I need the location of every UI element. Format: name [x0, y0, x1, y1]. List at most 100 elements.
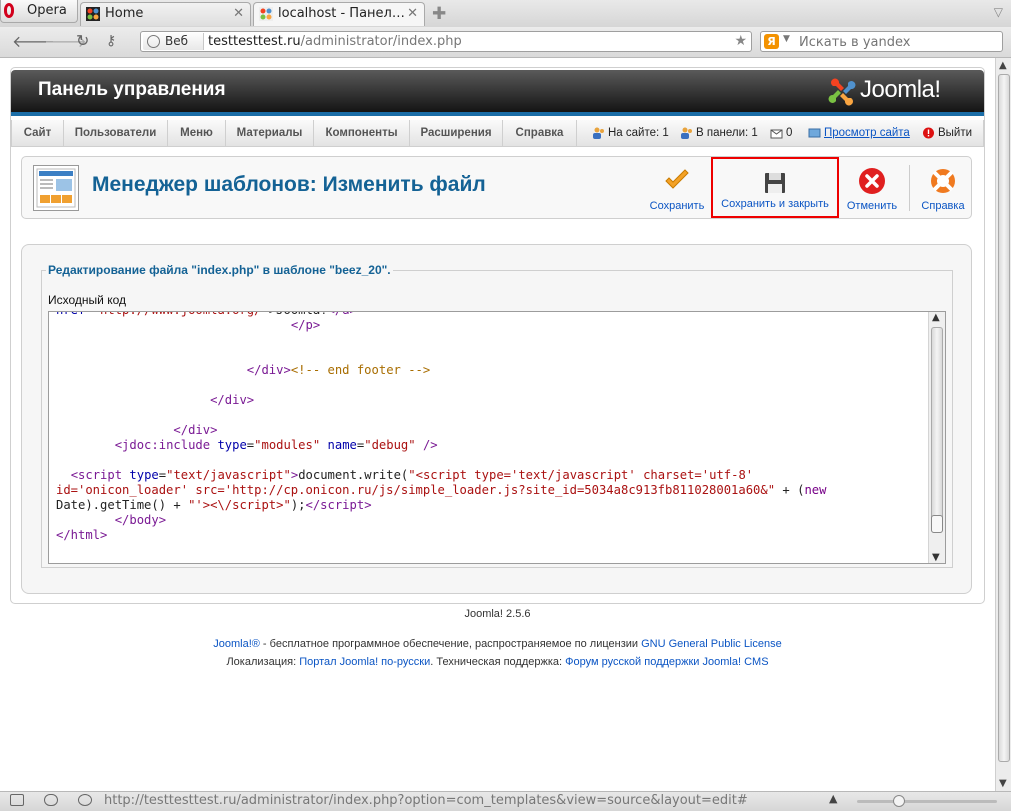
lifebuoy-help-icon [931, 169, 955, 193]
tab-close-icon[interactable]: ✕ [233, 3, 244, 25]
joomla-version: Joomla! 2.5.6 [464, 608, 531, 620]
joomla-favicon-icon [86, 7, 100, 21]
zoom-slider[interactable] [857, 795, 997, 807]
zoom-arrow-icon[interactable]: ▲ [829, 792, 837, 805]
localization-link[interactable]: Портал Joomla! по-русски [299, 656, 430, 668]
tab-close-icon[interactable]: ✕ [407, 3, 418, 25]
save-button-label: Сохранить [649, 200, 705, 212]
wand-key-icon[interactable]: ⚷ [106, 33, 116, 49]
status-messages[interactable]: 0 [770, 120, 792, 147]
address-path: /administrator/index.php [300, 34, 462, 49]
logout-link-text: Выйти [938, 127, 973, 139]
checkmark-icon [665, 169, 689, 189]
cancel-button-label: Отменить [846, 200, 898, 212]
toolbar-divider [909, 165, 910, 211]
edit-file-fieldset: Редактирование файла "index.php" в шабло… [41, 263, 953, 568]
yandex-search-engine-icon[interactable]: Я [764, 34, 779, 49]
logout-link[interactable]: Выйти [922, 120, 972, 147]
localization-line: Локализация: Портал Joomla! по-русски. Т… [0, 656, 995, 668]
tab-localhost[interactable]: localhost - Панел… ✕ [253, 2, 425, 26]
editor-scroll-thumb[interactable] [931, 515, 943, 533]
cancel-button[interactable]: Отменить [842, 157, 902, 218]
address-security-badge[interactable]: Веб [143, 33, 204, 50]
page-scroll-up-arrow-icon[interactable]: ▲ [999, 60, 1007, 71]
address-url[interactable]: testtesttest.ru/administrator/index.php [208, 32, 462, 51]
search-input[interactable] [797, 32, 1001, 53]
joomla-logo-icon [828, 78, 856, 106]
support-forum-link[interactable]: Форум русской поддержки Joomla! CMS [565, 656, 768, 668]
tab-list-chevron-down-icon[interactable]: ▽ [994, 5, 1003, 19]
editor-scroll-track[interactable] [931, 327, 943, 533]
browser-status-bar: http://testtesttest.ru/administrator/ind… [0, 791, 1011, 811]
help-button[interactable]: Справка [914, 157, 972, 218]
localization-prefix: Локализация: [226, 656, 300, 668]
menu-item-content[interactable]: Материалы [226, 120, 314, 147]
menu-item-users[interactable]: Пользователи [64, 120, 168, 147]
status-messages-count: 0 [786, 127, 793, 139]
status-on-site: На сайте: 1 [592, 120, 669, 147]
admin-header-title: Панель управления [38, 79, 226, 100]
tab-home[interactable]: Home ✕ [80, 2, 251, 26]
menu-item-site[interactable]: Сайт [12, 120, 64, 147]
license-text: - бесплатное программное обеспечение, ра… [259, 638, 642, 650]
source-code-text[interactable]: href="http://www.joomla.org/">Joomla!</a… [56, 312, 826, 543]
tab-label: localhost - Панел… [278, 6, 405, 21]
new-tab-icon[interactable]: ✚ [432, 4, 446, 24]
opera-menu-label: Opera [27, 3, 67, 18]
address-host: testtesttest.ru [208, 34, 301, 49]
logout-icon [923, 127, 934, 139]
address-bar[interactable]: Веб testtesttest.ru/administrator/index.… [140, 31, 752, 52]
view-site-link-text[interactable]: Просмотр сайта [824, 127, 910, 139]
browser-tab-bar: Opera Home ✕ localhost - Панел… ✕ ✚ ▽ [0, 0, 1011, 28]
joomla-logo-text: Joomla! [860, 76, 941, 103]
save-and-close-button[interactable]: Сохранить и закрыть [711, 157, 839, 218]
zoom-slider-knob[interactable] [893, 795, 905, 807]
tab-label: Home [105, 6, 144, 21]
menu-item-extensions[interactable]: Расширения [410, 120, 503, 147]
cloud-icon[interactable] [44, 794, 58, 806]
joomla-link[interactable]: Joomla!® [213, 638, 260, 650]
toolbar-box: Менеджер шаблонов: Изменить файл Сохрани… [21, 156, 972, 219]
opera-menu-button[interactable]: Opera [0, 0, 78, 23]
search-engine-dropdown-icon[interactable]: ▼ [783, 34, 790, 44]
page-title: Менеджер шаблонов: Изменить файл [92, 173, 486, 196]
joomla-logo: Joomla! [828, 76, 972, 106]
floppy-disk-icon [765, 173, 785, 193]
menu-item-components[interactable]: Компоненты [314, 120, 410, 147]
source-code-editor[interactable]: href="http://www.joomla.org/">Joomla!</a… [48, 311, 946, 564]
support-text: . Техническая поддержка: [430, 656, 566, 668]
menu-item-menus[interactable]: Меню [168, 120, 226, 147]
scroll-up-arrow-icon[interactable]: ▲ [932, 312, 940, 323]
speed-dial-icon[interactable] [78, 794, 92, 806]
editor-scrollbar[interactable]: ▲ ▼ [928, 312, 945, 563]
users-icon [593, 127, 604, 139]
admin-header: Панель управления Joomla! [11, 70, 984, 116]
address-badge-label: Веб [165, 34, 189, 48]
status-in-admin-text: В панели: 1 [696, 127, 758, 139]
page-scrollbar[interactable]: ▲ ▼ [995, 58, 1011, 791]
reload-icon[interactable]: ↻ [76, 31, 89, 50]
mail-icon [770, 129, 783, 139]
cancel-x-icon [859, 168, 885, 194]
opera-logo-icon [4, 3, 14, 18]
page-scroll-thumb[interactable] [998, 74, 1010, 762]
status-on-site-text: На сайте: 1 [608, 127, 669, 139]
status-in-admin: В панели: 1 [680, 120, 758, 147]
gpl-link[interactable]: GNU General Public License [641, 638, 782, 650]
page-viewport: Панель управления Joomla! Сайт Пользоват… [0, 58, 995, 791]
save-button[interactable]: Сохранить [646, 157, 708, 218]
view-site-link[interactable]: Просмотр сайта [808, 120, 910, 147]
template-manager-icon [33, 165, 79, 211]
help-button-label: Справка [921, 200, 965, 212]
menu-item-help[interactable]: Справка [503, 120, 577, 147]
search-box[interactable]: Я ▼ [760, 31, 1003, 53]
status-url: http://testtesttest.ru/administrator/ind… [104, 793, 748, 808]
admin-menu-bar: Сайт Пользователи Меню Материалы Компоне… [11, 120, 984, 147]
admins-icon [681, 127, 692, 139]
scroll-down-arrow-icon[interactable]: ▼ [932, 552, 940, 563]
panels-toggle-icon[interactable] [10, 794, 24, 806]
content-box: Редактирование файла "index.php" в шабло… [21, 244, 972, 594]
license-line: Joomla!® - бесплатное программное обеспе… [0, 638, 995, 650]
bookmark-star-icon[interactable]: ★ [734, 32, 747, 51]
page-scroll-down-arrow-icon[interactable]: ▼ [999, 778, 1007, 789]
